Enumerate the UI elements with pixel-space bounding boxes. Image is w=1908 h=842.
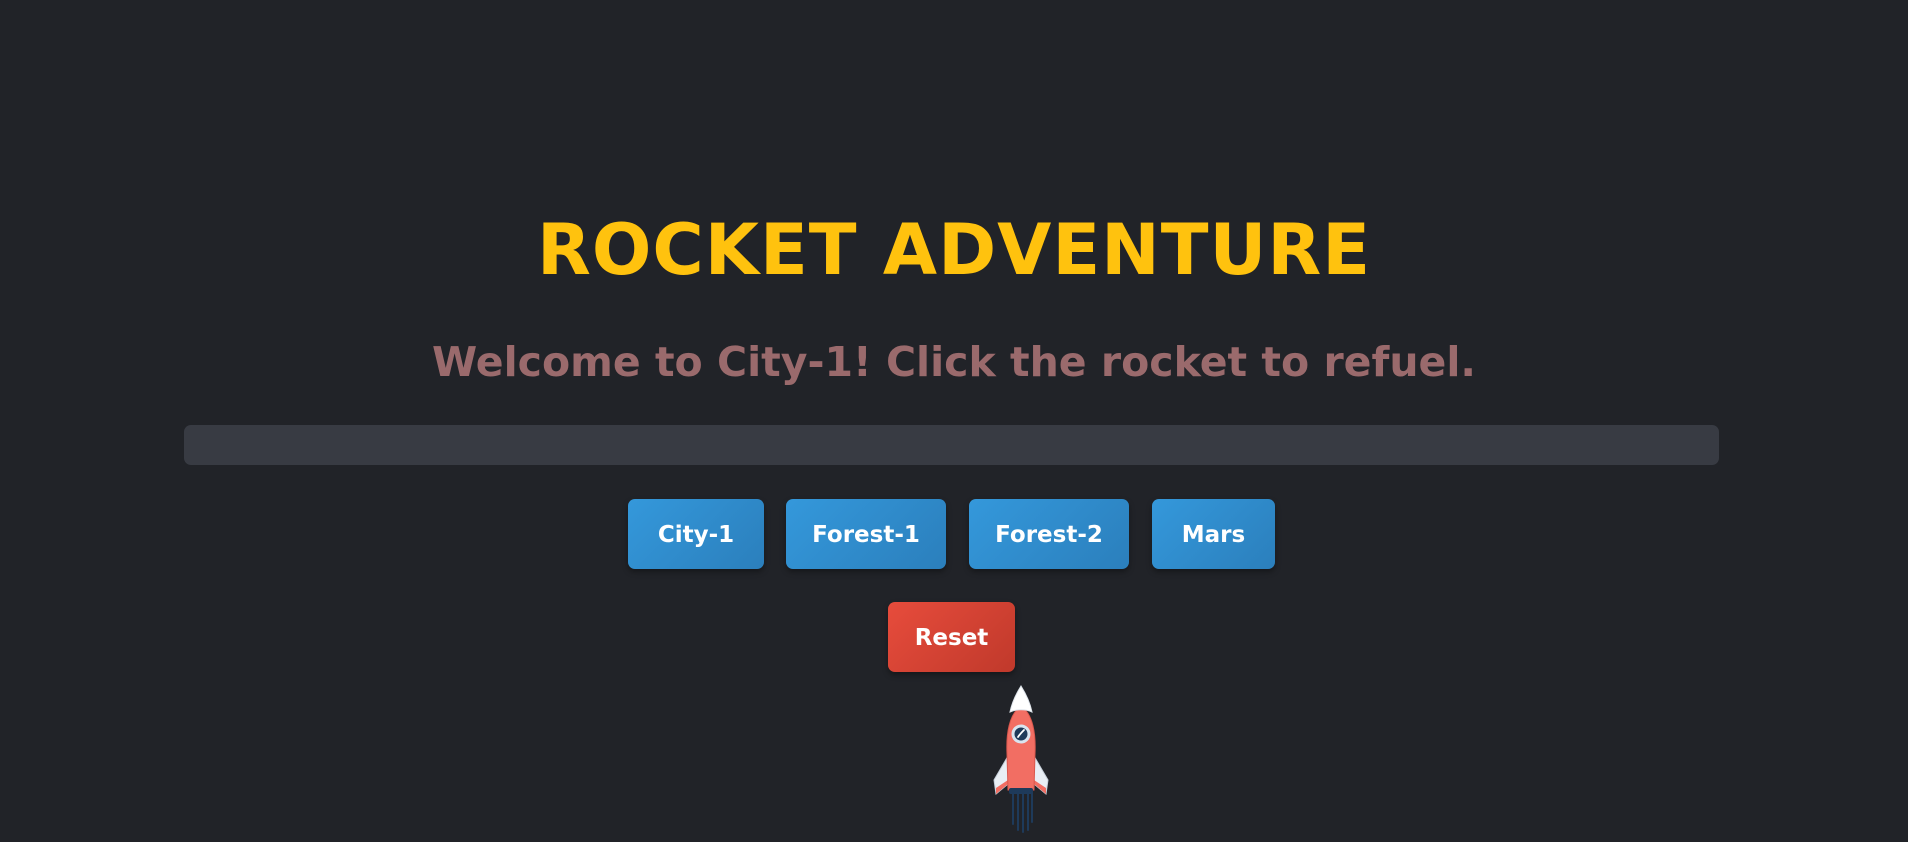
location-button-city-1[interactable]: City-1 [628, 499, 764, 569]
location-button-mars[interactable]: Mars [1152, 499, 1275, 569]
game-stage: ROCKET ADVENTURE Welcome to City-1! Clic… [0, 0, 1908, 842]
game-title: ROCKET ADVENTURE [536, 209, 1372, 291]
location-button-forest-2[interactable]: Forest-2 [969, 499, 1129, 569]
reset-button[interactable]: Reset [888, 602, 1015, 672]
location-button-forest-1[interactable]: Forest-1 [786, 499, 946, 569]
fuel-bar [184, 425, 1719, 465]
status-message: Welcome to City-1! Click the rocket to r… [432, 338, 1476, 386]
rocket-icon[interactable] [988, 684, 1054, 834]
